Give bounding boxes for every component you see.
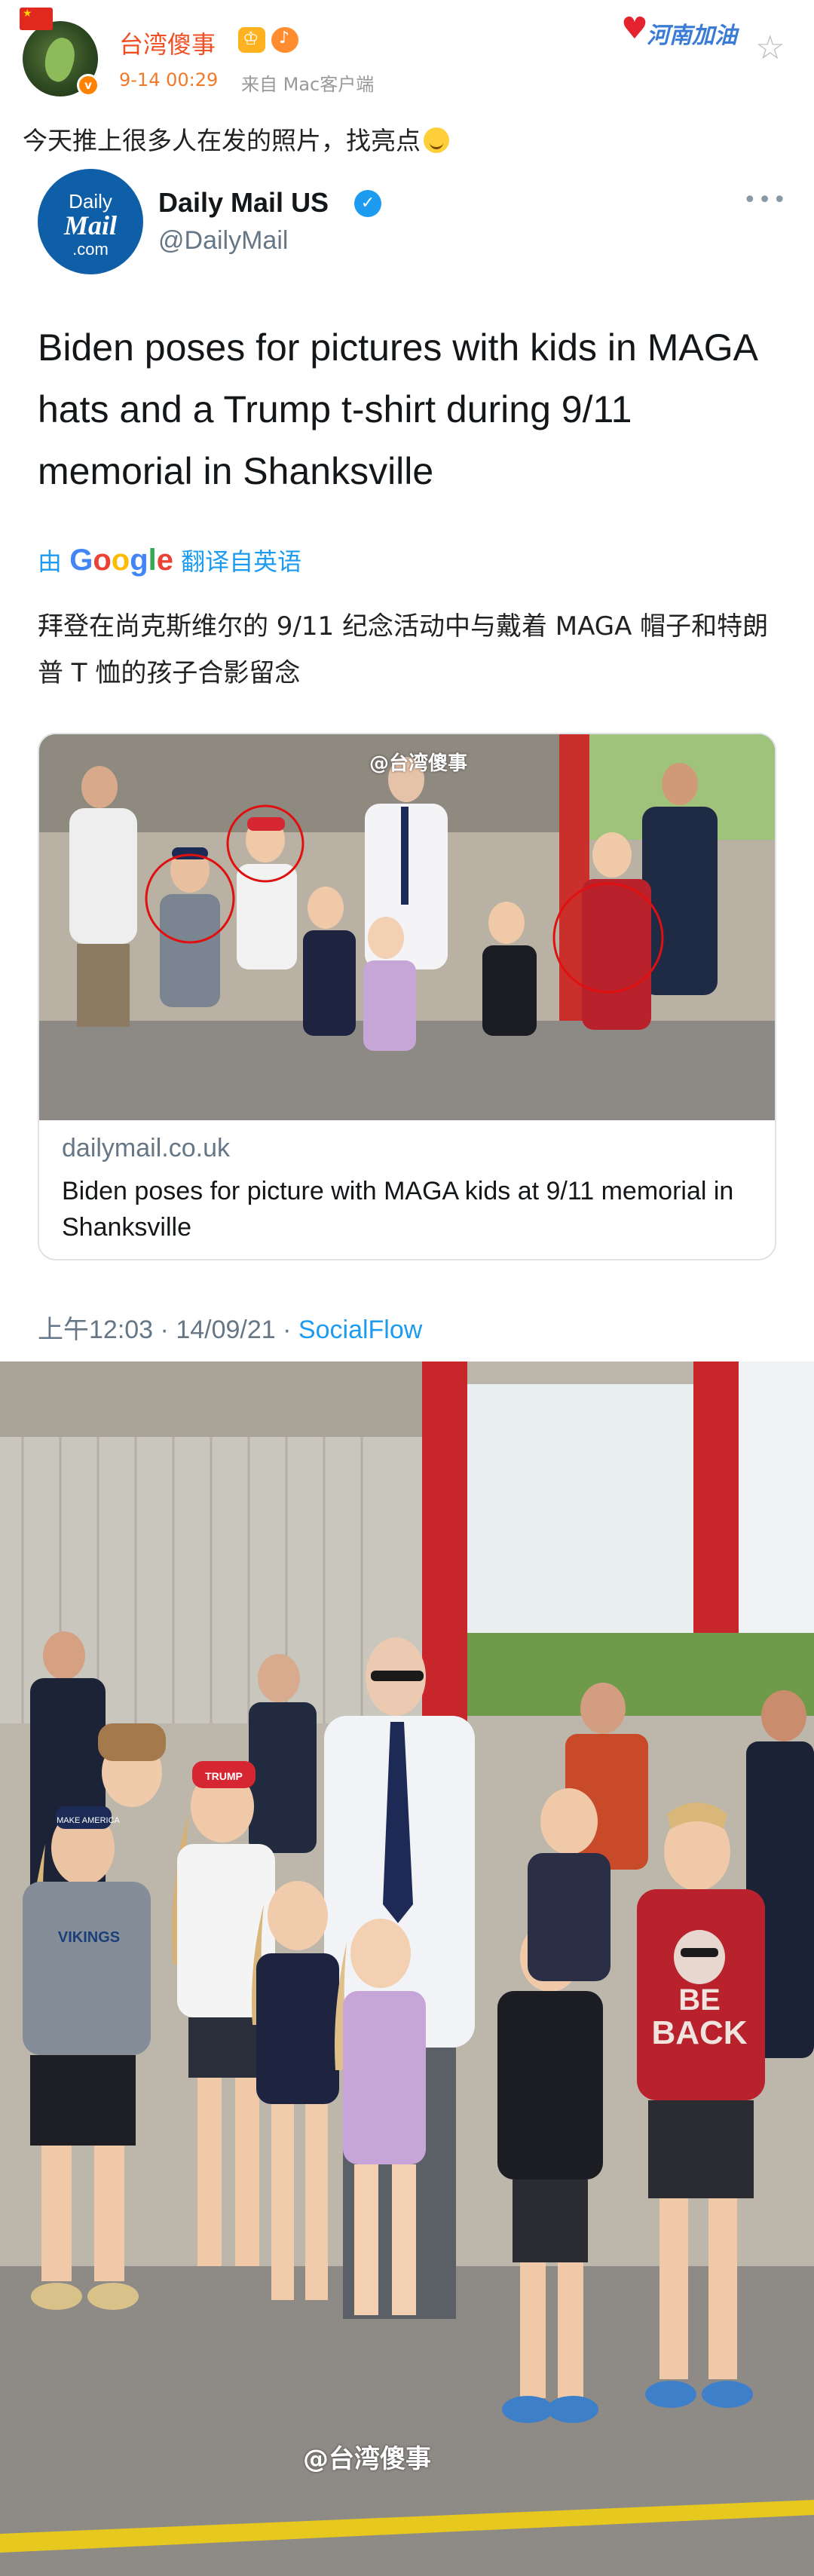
tweet-account-name[interactable]: Daily Mail US	[158, 187, 329, 219]
tweet-headline: Biden poses for pictures with kids in MA…	[38, 326, 757, 492]
post-text: 今天推上很多人在发的照片，找亮点	[23, 121, 449, 157]
more-options-icon[interactable]: •••	[743, 187, 788, 213]
card-watermark: @台湾傻事	[369, 752, 468, 775]
henan-badge[interactable]: ♥ 河南加油	[621, 9, 749, 54]
user-name[interactable]: 台湾傻事	[119, 26, 216, 60]
dailymail-logo[interactable]: Daily Mail .com	[38, 169, 143, 274]
logo-line-3: .com	[72, 240, 109, 259]
laughing-emoji-icon	[424, 127, 449, 153]
tweet-meta: 上午12:03 · 14/09/21 · SocialFlow	[38, 1309, 422, 1346]
vikings-shirt-text: VIKINGS	[58, 1929, 120, 1946]
crown-badge-icon[interactable]	[238, 27, 265, 53]
photo-watermark: @台湾傻事	[303, 2444, 431, 2474]
google-logo: Google	[69, 544, 173, 577]
flag-icon	[20, 8, 53, 30]
logo-line-2: Mail	[63, 210, 117, 240]
main-photo[interactable]: MAKE AMERICA TRUMP VIKINGS BE BACK @台湾傻事	[0, 1362, 814, 2576]
card-title: Biden poses for picture with MAGA kids a…	[62, 1177, 734, 1242]
heart-icon: ♥	[621, 11, 648, 46]
music-badge-icon[interactable]	[271, 27, 298, 53]
verified-check-icon: ✓	[354, 190, 381, 217]
tweet-handle[interactable]: @DailyMail	[158, 226, 288, 256]
tweet-date: 14/09/21	[176, 1316, 276, 1344]
trump-hat-text: TRUMP	[205, 1770, 243, 1782]
tweet-translated-text: 拜登在尚克斯维尔的 9/11 纪念活动中与戴着 MAGA 帽子和特朗普 T 恤的…	[38, 611, 769, 688]
card-photo-scene	[39, 734, 775, 1120]
be-back-shirt-text-2: BACK	[651, 2014, 747, 2051]
be-back-shirt-text-1: BE	[678, 1983, 721, 2017]
henan-badge-text: 河南加油	[647, 23, 737, 49]
post-header: v 台湾傻事 9-14 00:29 来自 Mac客户端 ♥ 河南加油 ☆	[0, 0, 814, 113]
translate-prefix: 由	[38, 547, 63, 576]
meta-separator: ·	[160, 1316, 169, 1344]
tweet-time: 上午12:03	[38, 1316, 154, 1344]
card-domain: dailymail.co.uk	[62, 1134, 230, 1162]
meta-separator: ·	[283, 1316, 292, 1344]
verified-v-icon: v	[77, 74, 99, 96]
avatar-island-shape	[38, 34, 81, 85]
main-photo-scene: MAKE AMERICA TRUMP VIKINGS BE BACK	[0, 1362, 814, 2576]
maga-hat-text: MAKE AMERICA	[57, 1816, 120, 1825]
post-text-content: 今天推上很多人在发的照片，找亮点	[23, 126, 421, 155]
tweet-source-link[interactable]: SocialFlow	[298, 1316, 422, 1344]
post-time: 9-14 00:29	[119, 69, 219, 90]
translate-suffix: 翻译自英语	[181, 547, 302, 576]
post-source: 来自 Mac客户端	[241, 74, 375, 95]
link-card[interactable]: @台湾傻事 dailymail.co.uk Biden poses for pi…	[38, 733, 776, 1260]
favorite-star-icon[interactable]: ☆	[755, 32, 785, 65]
card-photo: @台湾傻事	[39, 734, 775, 1120]
translate-attribution[interactable]: 由 Google 翻译自英语	[38, 543, 301, 577]
